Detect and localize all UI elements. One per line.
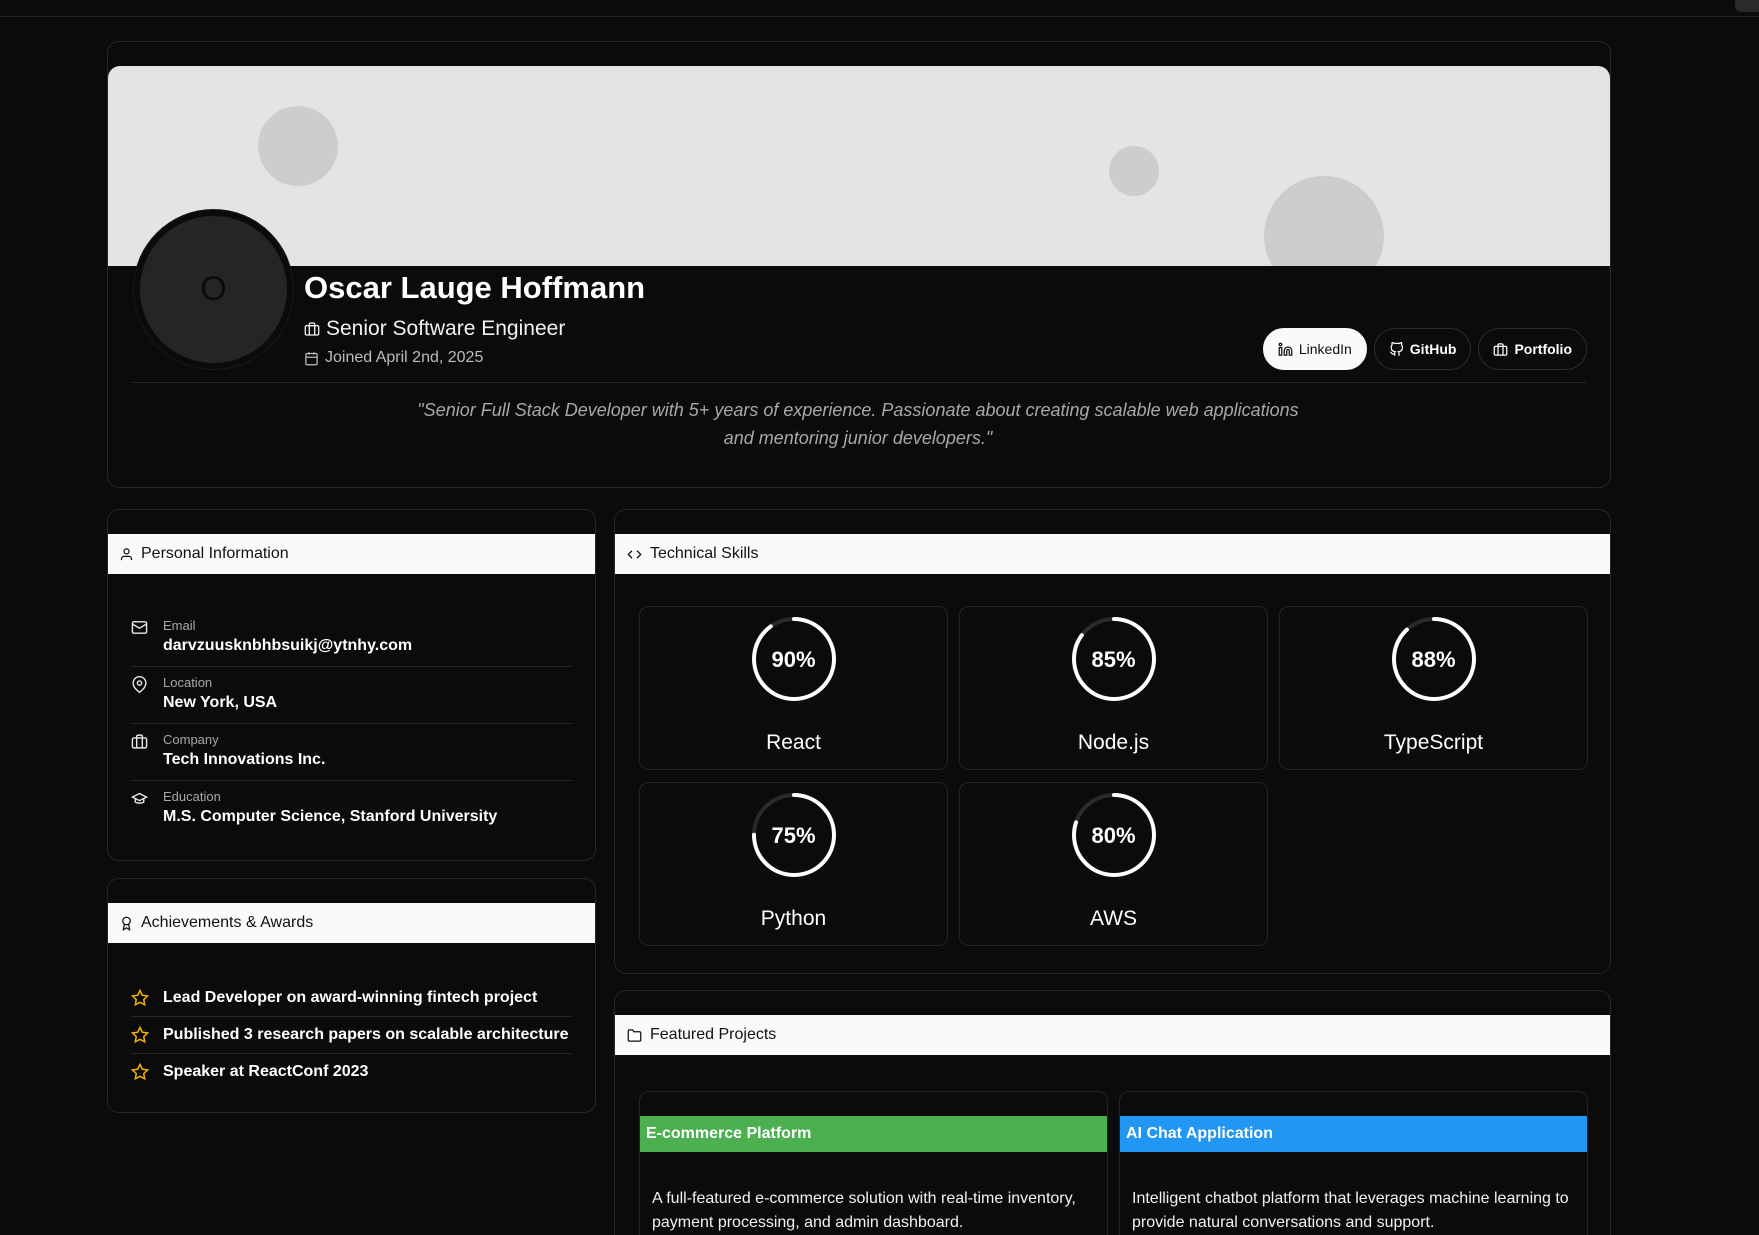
graduation-cap-icon: [131, 792, 148, 804]
achievements-header: Achievements & Awards: [108, 903, 595, 943]
github-label: GitHub: [1409, 341, 1457, 357]
profile-bio: "Senior Full Stack Developer with 5+ yea…: [417, 400, 1299, 448]
skill-name: Python: [760, 907, 827, 930]
banner-bubble: [258, 106, 338, 186]
role-text: Senior Software Engineer: [326, 317, 566, 340]
briefcase-icon: [304, 322, 320, 336]
section-title: Achievements & Awards: [141, 914, 314, 931]
skill-percent: 75%: [771, 823, 816, 848]
profile-role: Senior Software Engineer: [304, 317, 565, 341]
briefcase-icon: [1494, 342, 1508, 356]
skill-card: 75% Python: [639, 782, 948, 946]
briefcase-icon: [131, 734, 148, 749]
featured-projects-card: Featured Projects E-commerce Platform A …: [614, 990, 1611, 1235]
skill-percent: 80%: [1091, 823, 1136, 848]
skill-percent: 85%: [1091, 647, 1136, 672]
linkedin-button[interactable]: LinkedIn: [1262, 328, 1367, 370]
joined-date: Joined April 2nd, 2025: [304, 349, 483, 367]
info-value: Tech Innovations Inc.: [163, 751, 326, 768]
calendar-icon: [305, 351, 318, 365]
star-icon: [131, 988, 149, 1006]
achievement-text: Lead Developer on award-winning fintech …: [163, 988, 538, 1006]
info-label: Education: [163, 789, 221, 804]
row-divider: [131, 723, 572, 724]
skill-name: TypeScript: [1383, 731, 1484, 754]
avatar[interactable]: O: [134, 210, 293, 369]
skill-name: React: [766, 731, 821, 754]
skill-percent: 90%: [771, 647, 816, 672]
skill-card: 80% AWS: [959, 782, 1268, 946]
banner-bubble: [1264, 176, 1384, 266]
project-description: A full-featured e-commerce solution with…: [652, 1190, 1076, 1231]
info-row-education: Education M.S. Computer Science, Stanford…: [131, 786, 572, 843]
divider: [132, 382, 1586, 383]
window-tab[interactable]: [1735, 0, 1759, 12]
code-icon: [627, 549, 642, 559]
profile-name: Oscar Lauge Hoffmann: [304, 270, 646, 305]
achievement-text: Published 3 research papers on scalable …: [163, 1025, 569, 1043]
info-row-company: Company Tech Innovations Inc.: [131, 729, 572, 786]
section-title: Featured Projects: [650, 1026, 777, 1043]
linkedin-label: LinkedIn: [1298, 341, 1352, 357]
profile-banner: [108, 66, 1610, 266]
banner-bubble: [1109, 146, 1159, 196]
profile-card: O Oscar Lauge Hoffmann Senior Software E…: [107, 41, 1611, 488]
portfolio-label: Portfolio: [1514, 341, 1572, 357]
user-icon: [120, 547, 133, 560]
personal-info-header: Personal Information: [108, 534, 595, 574]
mail-icon: [131, 621, 148, 634]
info-value: M.S. Computer Science, Stanford Universi…: [163, 808, 498, 825]
achievement-item: Published 3 research papers on scalable …: [131, 1016, 572, 1053]
achievement-item: Speaker at ReactConf 2023: [131, 1053, 572, 1090]
achievement-item: Lead Developer on award-winning fintech …: [131, 979, 572, 1016]
info-label: Location: [163, 675, 213, 690]
personal-info-card: Personal Information Email darvzuusknbhbs…: [107, 509, 596, 861]
top-bar: [0, 0, 1759, 17]
section-title: Personal Information: [141, 545, 289, 562]
project-title[interactable]: E-commerce Platform: [640, 1116, 1107, 1152]
skill-card: 85% Node.js: [959, 606, 1268, 770]
joined-text: Joined April 2nd, 2025: [325, 349, 484, 366]
star-icon: [131, 1062, 149, 1080]
award-icon: [122, 916, 131, 931]
star-icon: [131, 1025, 149, 1043]
skill-name: AWS: [1089, 907, 1138, 930]
social-links: LinkedIn GitHub Portfolio: [1262, 328, 1587, 370]
info-row-location: Location New York, USA: [131, 672, 572, 729]
achievements-card: Achievements & Awards Lead Developer on …: [107, 878, 596, 1113]
info-label: Email: [163, 618, 196, 633]
skill-card: 88% TypeScript: [1279, 606, 1588, 770]
skill-card: 90% React: [639, 606, 948, 770]
info-value[interactable]: darvzuusknbhbsuikj@ytnhy.com: [163, 637, 412, 655]
info-label: Company: [163, 732, 219, 747]
technical-skills-card: Technical Skills 90% React 85% Node.js 88% Ty…: [614, 509, 1611, 974]
achievement-text: Speaker at ReactConf 2023: [163, 1062, 369, 1080]
project-card[interactable]: AI Chat Application Intelligent chatbot …: [1119, 1091, 1588, 1235]
skill-name: Node.js: [1077, 731, 1150, 754]
github-icon: [1389, 341, 1403, 356]
project-description: Intelligent chatbot platform that levera…: [1132, 1190, 1569, 1231]
projects-header: Featured Projects: [615, 1015, 1610, 1055]
linkedin-icon: [1278, 342, 1293, 356]
info-value: New York, USA: [163, 694, 278, 711]
skill-percent: 88%: [1411, 647, 1456, 672]
portfolio-button[interactable]: Portfolio: [1478, 328, 1587, 370]
row-divider: [131, 780, 572, 781]
info-row-email: Email darvzuusknbhbsuikj@ytnhy.com: [131, 615, 572, 672]
avatar-initial: O: [200, 270, 227, 308]
section-title: Technical Skills: [650, 545, 759, 562]
project-title[interactable]: AI Chat Application: [1120, 1116, 1587, 1152]
project-card[interactable]: E-commerce Platform A full-featured e-co…: [639, 1091, 1108, 1235]
row-divider: [131, 666, 572, 667]
github-button[interactable]: GitHub: [1373, 328, 1472, 370]
folder-icon: [627, 1028, 642, 1042]
map-pin-icon: [132, 676, 147, 693]
skills-header: Technical Skills: [615, 534, 1610, 574]
